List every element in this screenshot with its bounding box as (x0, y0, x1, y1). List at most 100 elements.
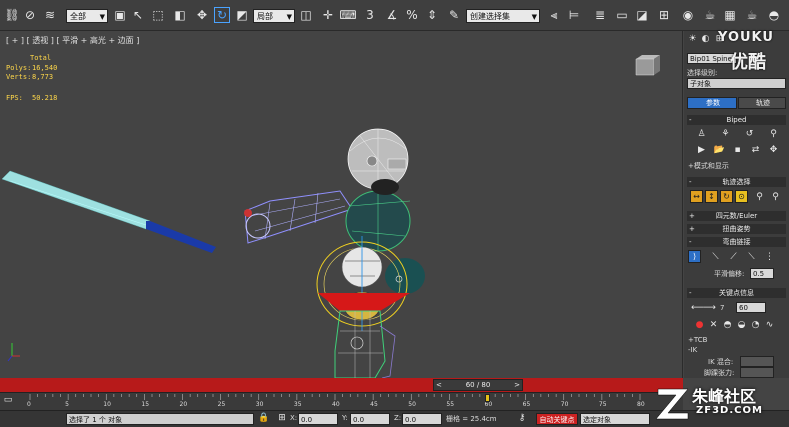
bend-icon-2[interactable]: ⟋ (728, 251, 739, 262)
bend-link-mode-icon[interactable]: ⟩ (688, 250, 701, 263)
load-file-icon[interactable]: 📂 (714, 144, 725, 155)
convert-icon[interactable]: ⇄ (750, 144, 761, 155)
delete-key-icon[interactable]: ✕ (708, 319, 719, 330)
motion-flow-icon[interactable]: ↺ (744, 128, 755, 139)
keyboard-shortcut-icon[interactable]: ⌨ (339, 7, 356, 23)
biped-playback-icon[interactable]: ▶ (696, 144, 707, 155)
render-production-icon[interactable]: ◓ (766, 7, 782, 23)
abs-rel-toggle-icon[interactable]: ⊞ (276, 412, 288, 424)
unlink-icon[interactable]: ⊘ (22, 7, 38, 23)
rendered-frame-icon[interactable]: ▦ (722, 7, 738, 23)
time-slider-track[interactable]: < 60 / 80 > (0, 378, 683, 392)
current-frame-marker[interactable] (484, 394, 490, 402)
prev-key-icon[interactable]: ⟵ (691, 302, 704, 313)
z-field[interactable]: 0.0 (402, 413, 442, 425)
bend-icon-3[interactable]: ⟍ (746, 251, 757, 262)
figure-mode-icon[interactable]: ♙ (696, 128, 707, 139)
mirror-icon[interactable]: ⫷ (546, 7, 562, 23)
character-head (347, 128, 409, 195)
bend-rollout[interactable]: - 弯曲链接 (687, 237, 786, 247)
bind-space-warp-icon[interactable]: ≋ (42, 7, 58, 23)
select-manipulate-icon[interactable]: ✛ (320, 7, 336, 23)
ankle-tension-field[interactable] (740, 367, 774, 378)
window-crossing-icon[interactable]: ◧ (172, 7, 188, 23)
key-info-rollout[interactable]: - 关键点信息 (687, 288, 786, 298)
quaternion-rollout[interactable]: + 四元数/Euler (687, 211, 786, 221)
create-tab-icon[interactable]: ☀ (687, 33, 698, 44)
select-by-name-icon[interactable]: ↖ (130, 7, 146, 23)
rect-region-icon[interactable]: ⬚ (150, 7, 166, 23)
move-icon[interactable]: ✥ (194, 7, 210, 23)
spinner-snap-icon[interactable]: ⇕ (424, 7, 440, 23)
viewport-label[interactable]: [ + ] [ 透视 ] [ 平滑 + 高光 + 边面 ] (6, 35, 139, 46)
tab-track[interactable]: 轨迹 (738, 97, 786, 109)
x-field[interactable]: 0.0 (298, 413, 338, 425)
next-key-icon[interactable]: ⟶ (703, 302, 716, 313)
sel-level-dropdown[interactable]: 子对象 (687, 78, 786, 89)
frame-tick-label: 40 (332, 401, 340, 408)
move-all-icon[interactable]: ✥ (768, 144, 779, 155)
bend-title: 弯曲链接 (722, 238, 751, 246)
smooth-bias-field[interactable]: 0.5 (750, 268, 774, 279)
layer-manager-icon[interactable]: ≣ (592, 7, 608, 23)
save-file-icon[interactable]: ▪ (732, 144, 743, 155)
symmetrical-icon[interactable]: ⚲ (754, 191, 765, 202)
key-filter-dropdown[interactable]: 选定对象 (580, 413, 650, 425)
rotate-icon[interactable]: ↻ (214, 7, 230, 23)
frame-tick-label: 10 (103, 401, 111, 408)
track-sel-rollout[interactable]: - 轨迹选择 (687, 177, 786, 187)
align-icon[interactable]: ⊨ (566, 7, 582, 23)
y-field[interactable]: 0.0 (350, 413, 390, 425)
angle-snap-icon[interactable]: ∡ (384, 7, 400, 23)
ik-label[interactable]: -IK (688, 346, 697, 354)
set-key-icon[interactable]: ● (694, 319, 705, 330)
render-icon[interactable]: ☕ (744, 7, 760, 23)
mixer-mode-icon[interactable]: ⚲ (768, 128, 779, 139)
time-slider[interactable]: < 60 / 80 > (433, 379, 523, 391)
percent-snap-icon[interactable]: % (404, 7, 420, 23)
body-rotation-icon[interactable]: ↻ (720, 190, 733, 203)
track-bar[interactable]: ▭ 0 5 10 15 20 25 30 35 40 45 50 55 60 65 70 75 80 (0, 392, 683, 410)
body-horizontal-icon[interactable]: ↔ (690, 190, 703, 203)
tab-params[interactable]: 参数 (687, 97, 737, 109)
named-sel-dropdown[interactable]: 创建选择集 ▼ (466, 9, 540, 23)
time-next-arrow[interactable]: > (514, 380, 520, 390)
bend-icon-1[interactable]: ⟍ (710, 251, 721, 262)
key-frame-field[interactable]: 60 (736, 302, 766, 313)
graphite-icon[interactable]: ▭ (614, 7, 630, 23)
schematic-view-icon[interactable]: ⊞ (656, 7, 672, 23)
twist-rollout[interactable]: + 扭曲姿势 (687, 224, 786, 234)
pivot-icon[interactable]: ◫ (298, 7, 314, 23)
bend-icon-4[interactable]: ⋮ (764, 251, 775, 262)
opposite-icon[interactable]: ⚲ (770, 191, 781, 202)
footstep-mode-icon[interactable]: ⚘ (720, 128, 731, 139)
set-planted-key-icon[interactable]: ◓ (722, 319, 733, 330)
body-vertical-icon[interactable]: ↕ (705, 190, 718, 203)
material-editor-icon[interactable]: ◉ (680, 7, 696, 23)
mode-display-label[interactable]: +模式和显示 (688, 161, 729, 171)
viewcube-icon[interactable] (632, 53, 662, 77)
selection-filter-value: 全部 (70, 12, 86, 21)
lock-selection-icon[interactable]: 🔒 (258, 412, 270, 424)
link-icon[interactable]: ⛓ (4, 7, 20, 23)
set-free-key-icon[interactable]: ◔ (750, 319, 761, 330)
modify-tab-icon[interactable]: ◐ (700, 33, 711, 44)
lock-com-icon[interactable]: ⊙ (735, 190, 748, 203)
edit-named-sel-icon[interactable]: ✎ (446, 7, 462, 23)
auto-key-button[interactable]: 自动关键点 (536, 413, 578, 425)
key-icon[interactable]: ⚷ (516, 412, 528, 424)
trajectory-icon[interactable]: ∿ (764, 319, 775, 330)
ik-blend-field[interactable] (740, 356, 774, 367)
snap-toggle-icon[interactable]: 3 (362, 7, 378, 23)
biped-rollout[interactable]: - Biped (687, 115, 786, 125)
selection-filter-dropdown[interactable]: 全部 ▼ (66, 9, 108, 23)
perspective-viewport[interactable]: [ + ] [ 透视 ] [ 平滑 + 高光 + 边面 ] Total Poly… (0, 31, 683, 378)
select-object-icon[interactable]: ▣ (112, 7, 128, 23)
set-sliding-key-icon[interactable]: ◒ (736, 319, 747, 330)
ref-coord-dropdown[interactable]: 局部 ▼ (253, 9, 295, 23)
render-setup-icon[interactable]: ☕ (702, 7, 718, 23)
tcb-label[interactable]: +TCB (688, 336, 707, 344)
time-prev-arrow[interactable]: < (436, 380, 442, 390)
scale-icon[interactable]: ◩ (234, 7, 250, 23)
curve-editor-icon[interactable]: ◪ (634, 7, 650, 23)
